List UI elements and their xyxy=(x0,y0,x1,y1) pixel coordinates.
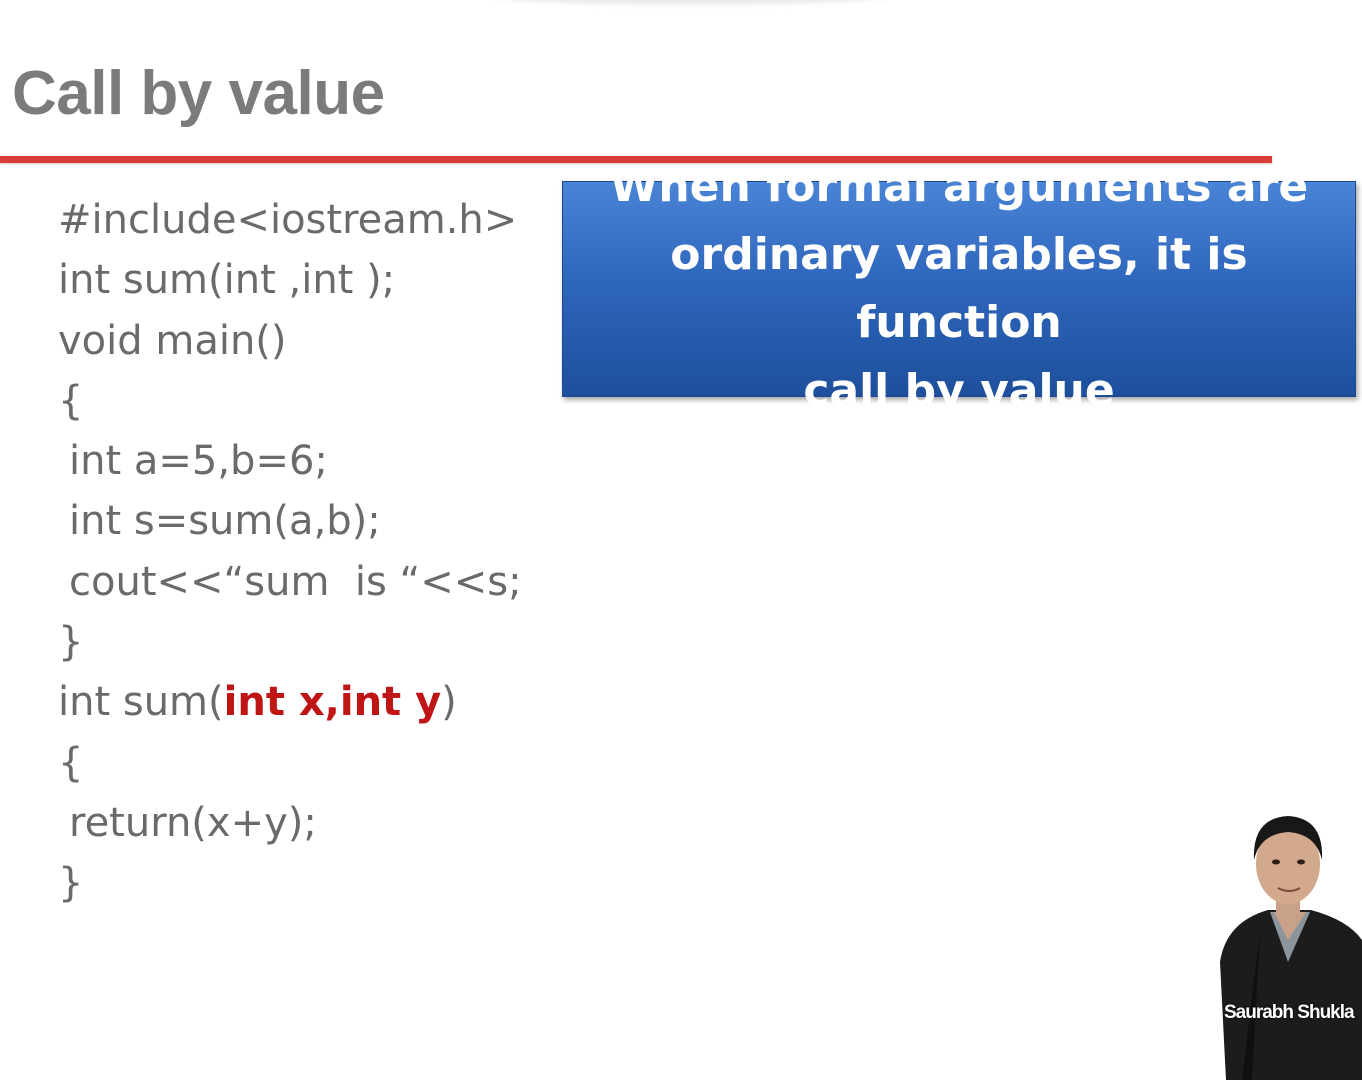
code-line: } xyxy=(58,860,84,907)
presenter-name-label: Saurabh Shukla xyxy=(1224,1002,1355,1023)
code-line: int s=sum(a,b); xyxy=(69,498,381,545)
definition-callout-box: When formal arguments are ordinary varia… xyxy=(562,161,1356,416)
code-line: int sum(int ,int ); xyxy=(58,257,396,304)
callout-line: ordinary variables, it is function xyxy=(670,229,1248,348)
callout-line: When formal arguments are xyxy=(609,161,1309,212)
code-line: } xyxy=(58,619,84,666)
code-line: return(x+y); xyxy=(69,799,317,846)
code-line: int a=5,b=6; xyxy=(69,438,328,485)
callout-line: call by value xyxy=(803,365,1115,416)
top-shadow xyxy=(490,0,890,4)
code-line: { xyxy=(58,739,84,786)
code-line: #include<iostream.h> xyxy=(58,197,518,243)
code-line: void main() xyxy=(58,317,287,364)
code-text: int sum( xyxy=(58,679,224,726)
code-line: { xyxy=(58,377,84,424)
code-line: cout<<“sum is “<<s; xyxy=(69,558,522,605)
formal-arguments-highlight: int x,int y xyxy=(223,679,442,726)
callout-text: When formal arguments are ordinary varia… xyxy=(583,153,1335,425)
presenter-image: Saurabh Shukla xyxy=(1216,812,1362,1080)
code-line-function-header: int sum(int x,int y) xyxy=(58,672,522,732)
presenter-figure xyxy=(1220,816,1362,1080)
slide-title: Call by value xyxy=(12,59,385,128)
code-text: ) xyxy=(441,679,457,726)
code-listing: #include<iostream.h> int sum(int ,int );… xyxy=(58,190,522,914)
